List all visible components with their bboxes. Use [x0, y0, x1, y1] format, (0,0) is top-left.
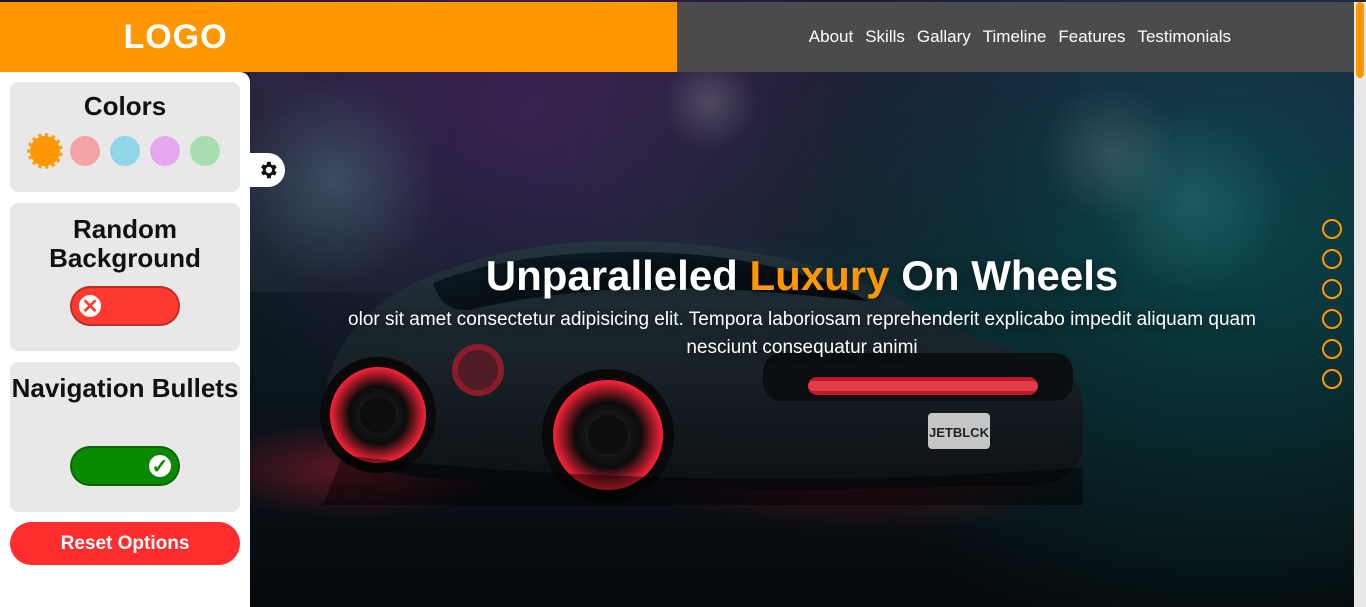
- nav-about-link[interactable]: About: [809, 27, 853, 47]
- navigation-bullets-card: Navigation Bullets ✓: [10, 362, 240, 512]
- settings-panel: Colors Random Background ✕ Navigation Bu…: [0, 72, 250, 607]
- nav-skills-link[interactable]: Skills: [865, 27, 905, 47]
- nav-bullet-6[interactable]: [1322, 369, 1342, 389]
- hero-title-prefix: Unparalleled: [485, 252, 750, 299]
- color-swatch-purple[interactable]: [150, 136, 180, 166]
- navigation-bullets-toggle[interactable]: ✓: [70, 446, 180, 486]
- color-swatches: [30, 136, 220, 166]
- toggle-off-x-icon: ✕: [76, 292, 104, 320]
- header-logo-bar: LOGO: [0, 2, 677, 72]
- navigation-bullets: [1322, 219, 1344, 394]
- toggle-on-check-icon: ✓: [146, 452, 174, 480]
- nav-bullet-2[interactable]: [1322, 249, 1342, 269]
- gear-icon: [260, 161, 277, 179]
- color-swatch-green[interactable]: [190, 136, 220, 166]
- nav-gallery-link[interactable]: Gallary: [917, 27, 971, 47]
- hero-title-accent: Luxury: [749, 252, 890, 299]
- colors-card: Colors: [10, 82, 240, 192]
- main-nav: About Skills Gallary Timeline Features T…: [809, 2, 1231, 72]
- header-nav-bar: About Skills Gallary Timeline Features T…: [677, 2, 1355, 72]
- settings-toggle-button[interactable]: [250, 153, 285, 187]
- nav-bullet-1[interactable]: [1322, 219, 1342, 239]
- logo[interactable]: LOGO: [123, 18, 227, 57]
- nav-bullet-4[interactable]: [1322, 309, 1342, 329]
- color-swatch-blue[interactable]: [110, 136, 140, 166]
- navigation-bullets-title: Navigation Bullets: [11, 373, 239, 403]
- scrollbar-thumb[interactable]: [1356, 2, 1364, 78]
- random-background-title: Random Background: [49, 214, 201, 273]
- random-background-toggle[interactable]: ✕: [70, 286, 180, 326]
- nav-timeline-link[interactable]: Timeline: [983, 27, 1047, 47]
- nav-bullet-5[interactable]: [1322, 339, 1342, 359]
- color-swatch-pink[interactable]: [70, 136, 100, 166]
- colors-title: Colors: [83, 91, 167, 121]
- hero-title: Unparalleled Luxury On Wheels: [250, 252, 1354, 300]
- reset-options-button[interactable]: Reset Options: [10, 522, 240, 565]
- license-plate-text: JETBLCK: [929, 425, 990, 440]
- hero-title-suffix: On Wheels: [889, 252, 1119, 299]
- hero-subtitle: olor sit amet consectetur adipisicing el…: [348, 309, 1256, 358]
- color-swatch-orange[interactable]: [30, 136, 60, 166]
- nav-bullet-3[interactable]: [1322, 279, 1342, 299]
- scrollbar[interactable]: [1354, 2, 1366, 607]
- nav-testimonials-link[interactable]: Testimonials: [1137, 27, 1231, 47]
- nav-features-link[interactable]: Features: [1058, 27, 1125, 47]
- random-background-card: Random Background ✕: [10, 203, 240, 351]
